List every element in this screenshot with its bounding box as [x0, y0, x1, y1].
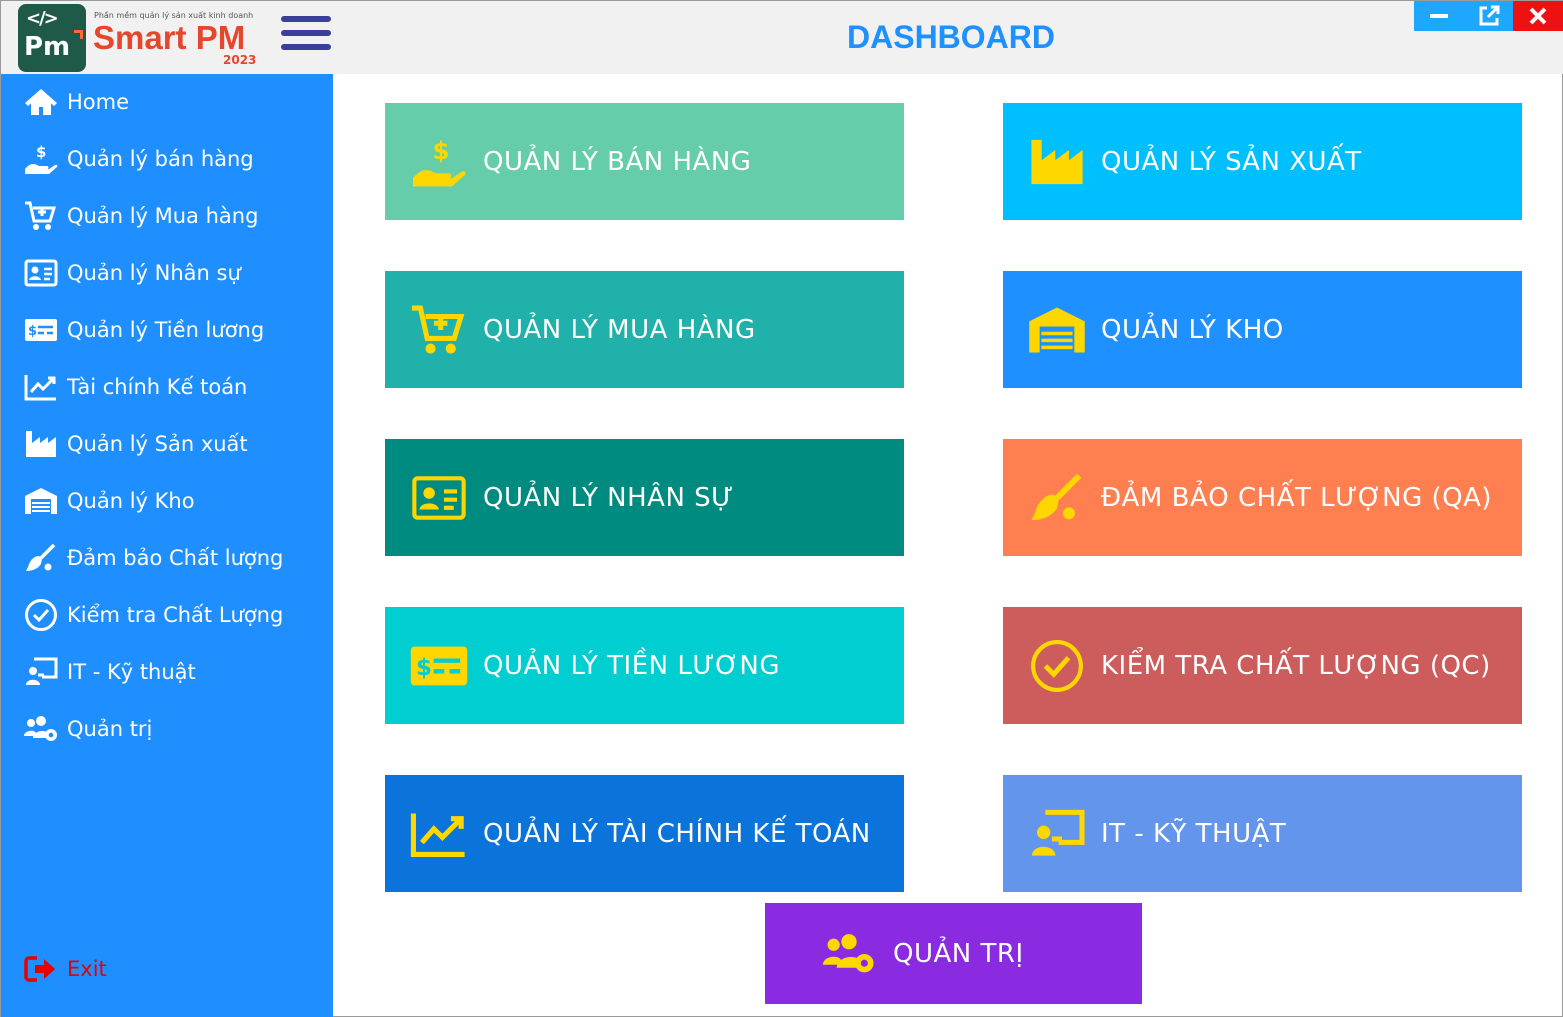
tile-sales[interactable]: $ QUẢN LÝ BÁN HÀNG	[385, 103, 904, 220]
id-card-icon	[385, 475, 483, 521]
sidebar-item-label: Quản lý Mua hàng	[67, 204, 259, 228]
menu-toggle-button[interactable]	[281, 16, 331, 60]
header-bar: </> Pm Phần mềm quản lý sản xuất kinh do…	[1, 1, 1563, 74]
app-window: </> Pm Phần mềm quản lý sản xuất kinh do…	[0, 0, 1563, 1017]
users-cog-icon	[765, 931, 893, 977]
sidebar: Home $ Quản lý bán hàng Quản lý Mua hàng…	[1, 74, 333, 1017]
sidebar-item-label: Quản lý Tiền lương	[67, 318, 265, 342]
app-logo: </> Pm	[18, 4, 86, 72]
check-circle-icon	[1, 598, 67, 632]
sidebar-item-label: Home	[67, 90, 130, 114]
tile-label: QUẢN LÝ NHÂN SỰ	[483, 482, 734, 513]
users-cog-icon	[1, 714, 67, 744]
tile-label: QUẢN LÝ TÀI CHÍNH KẾ TOÁN	[483, 818, 871, 849]
tile-label: QUẢN LÝ KHO	[1101, 314, 1284, 345]
chalkboard-user-icon	[1003, 809, 1101, 859]
code-arrows-icon: </>	[26, 8, 59, 29]
chalkboard-user-icon	[1, 657, 67, 687]
industry-icon	[1003, 136, 1101, 188]
external-link-icon	[1479, 5, 1500, 26]
money-check-icon: $	[1, 317, 67, 343]
industry-icon	[1, 429, 67, 459]
cart-plus-icon	[1, 200, 67, 232]
tile-label: QUẢN LÝ MUA HÀNG	[483, 314, 756, 345]
tile-production[interactable]: QUẢN LÝ SẢN XUẤT	[1003, 103, 1522, 220]
tile-qa[interactable]: ĐẢM BẢO CHẤT LƯỢNG (QA)	[1003, 439, 1522, 556]
sidebar-item-production[interactable]: Quản lý Sản xuất	[1, 419, 333, 469]
logo-corner-mark	[74, 30, 83, 39]
tile-label: QUẢN LÝ TIỀN LƯƠNG	[483, 650, 780, 681]
brand-name: Smart PM	[93, 19, 246, 56]
tile-payroll[interactable]: $ QUẢN LÝ TIỀN LƯƠNG	[385, 607, 904, 724]
minimize-button[interactable]	[1414, 1, 1464, 31]
warehouse-icon	[1003, 304, 1101, 356]
sidebar-item-accounting[interactable]: Tài chính Kế toán	[1, 362, 333, 412]
hamburger-icon	[281, 16, 331, 22]
sidebar-item-label: Tài chính Kế toán	[67, 375, 248, 399]
popout-button[interactable]	[1464, 1, 1514, 31]
chart-line-icon	[1, 373, 67, 401]
svg-text:$: $	[28, 324, 37, 339]
sidebar-item-label: Quản lý Kho	[67, 489, 195, 513]
sidebar-item-label: Quản lý Nhân sự	[67, 261, 241, 285]
id-card-icon	[1, 259, 67, 287]
hamburger-bar	[281, 44, 331, 50]
tile-purchasing[interactable]: QUẢN LÝ MUA HÀNG	[385, 271, 904, 388]
sidebar-item-label: Quản trị	[67, 717, 153, 741]
tile-label: ĐẢM BẢO CHẤT LƯỢNG (QA)	[1101, 482, 1493, 513]
hamburger-bar	[281, 30, 331, 36]
tile-label: QUẢN LÝ SẢN XUẤT	[1101, 146, 1362, 177]
tile-label: QUẢN TRỊ	[893, 938, 1024, 969]
broom-icon	[1, 543, 67, 573]
svg-text:$: $	[433, 136, 450, 165]
money-check-icon: $	[385, 643, 483, 689]
home-icon	[1, 87, 67, 117]
page-title: DASHBOARD	[847, 19, 1055, 55]
sign-out-icon	[1, 955, 67, 983]
sidebar-item-label: Quản lý bán hàng	[67, 147, 254, 171]
sidebar-item-home[interactable]: Home	[1, 77, 333, 127]
cart-plus-icon	[385, 303, 483, 357]
broom-icon	[1003, 472, 1101, 524]
tile-warehouse[interactable]: QUẢN LÝ KHO	[1003, 271, 1522, 388]
tile-accounting[interactable]: QUẢN LÝ TÀI CHÍNH KẾ TOÁN	[385, 775, 904, 892]
hand-dollar-icon: $	[385, 136, 483, 188]
sidebar-item-warehouse[interactable]: Quản lý Kho	[1, 476, 333, 526]
check-circle-icon	[1003, 638, 1101, 694]
hand-dollar-icon: $	[1, 143, 67, 175]
logo-text: Pm	[24, 32, 71, 62]
sidebar-item-qa[interactable]: Đảm bảo Chất lượng	[1, 533, 333, 583]
sidebar-item-payroll[interactable]: $ Quản lý Tiền lương	[1, 305, 333, 355]
svg-text:$: $	[36, 143, 46, 161]
tile-qc[interactable]: KIỂM TRA CHẤT LƯỢNG (QC)	[1003, 607, 1522, 724]
chart-line-icon	[385, 810, 483, 858]
sidebar-item-sales[interactable]: $ Quản lý bán hàng	[1, 134, 333, 184]
exit-label: Exit	[67, 957, 107, 981]
minimize-icon	[1430, 14, 1448, 18]
close-icon	[1529, 7, 1547, 25]
sidebar-item-label: Quản lý Sản xuất	[67, 432, 248, 456]
sidebar-item-label: Đảm bảo Chất lượng	[67, 546, 284, 570]
warehouse-icon	[1, 486, 67, 516]
sidebar-item-label: IT - Kỹ thuật	[67, 660, 196, 684]
brand-year: 2023	[223, 53, 257, 67]
sidebar-item-hr[interactable]: Quản lý Nhân sự	[1, 248, 333, 298]
sidebar-item-it[interactable]: IT - Kỹ thuật	[1, 647, 333, 697]
close-button[interactable]	[1513, 1, 1563, 31]
sidebar-item-label: Kiểm tra Chất Lượng	[67, 603, 284, 627]
tile-label: QUẢN LÝ BÁN HÀNG	[483, 146, 752, 177]
sidebar-item-qc[interactable]: Kiểm tra Chất Lượng	[1, 590, 333, 640]
exit-button[interactable]: Exit	[1, 944, 333, 994]
tile-it[interactable]: IT - KỸ THUẬT	[1003, 775, 1522, 892]
tile-label: IT - KỸ THUẬT	[1101, 818, 1287, 849]
sidebar-item-admin[interactable]: Quản trị	[1, 704, 333, 754]
sidebar-item-purchasing[interactable]: Quản lý Mua hàng	[1, 191, 333, 241]
svg-text:$: $	[416, 654, 432, 680]
tile-admin[interactable]: QUẢN TRỊ	[765, 903, 1142, 1004]
tile-hr[interactable]: QUẢN LÝ NHÂN SỰ	[385, 439, 904, 556]
tile-label: KIỂM TRA CHẤT LƯỢNG (QC)	[1101, 650, 1491, 681]
